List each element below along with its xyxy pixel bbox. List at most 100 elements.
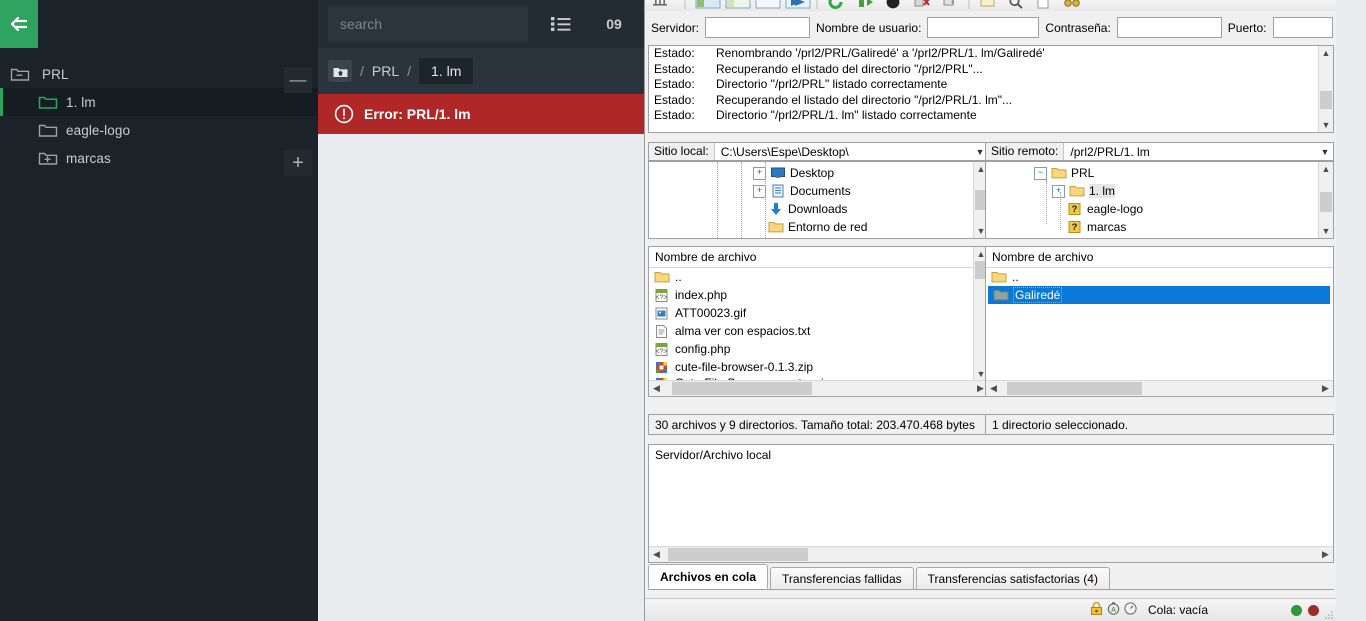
- queue-hscrollbar[interactable]: ◀ ▶: [649, 546, 1333, 562]
- scroll-down-icon[interactable]: ▼: [1319, 118, 1333, 132]
- username-input[interactable]: [927, 17, 1040, 38]
- scroll-left-icon[interactable]: ◀: [649, 381, 664, 396]
- search-input[interactable]: [328, 6, 528, 42]
- port-input[interactable]: [1272, 17, 1333, 38]
- local-file-row[interactable]: ATT00023.gif: [649, 304, 988, 322]
- add-folder-button[interactable]: +: [284, 150, 312, 176]
- process-queue-icon[interactable]: [857, 0, 875, 10]
- folder-gray-icon: [993, 288, 1009, 303]
- local-file-row[interactable]: <?> config.php: [649, 340, 988, 358]
- toggle-local-tree-icon[interactable]: [695, 0, 721, 10]
- toggle-queue-icon[interactable]: [755, 0, 781, 10]
- remote-site-path[interactable]: /prl2/PRL/1. lm: [1064, 145, 1317, 159]
- scroll-up-icon[interactable]: ▲: [1319, 46, 1333, 60]
- local-tree-node-desktop[interactable]: + Desktop: [753, 164, 988, 182]
- scroll-left-icon[interactable]: ◀: [986, 381, 1001, 396]
- remote-file-row[interactable]: ..: [986, 268, 1333, 286]
- queue-column-header[interactable]: Servidor/Archivo local: [649, 445, 1333, 465]
- site-manager-icon[interactable]: [651, 0, 669, 10]
- scroll-right-icon[interactable]: ▶: [1318, 381, 1333, 396]
- speed-limit-icon[interactable]: A: [1106, 601, 1121, 619]
- scroll-up-icon[interactable]: ▲: [1319, 162, 1333, 176]
- stepper-icon[interactable]: 09: [599, 10, 629, 38]
- compare-directories-icon[interactable]: [785, 0, 811, 10]
- remote-column-header[interactable]: Nombre de archivo: [986, 247, 1333, 268]
- disconnect-icon[interactable]: [913, 0, 931, 10]
- scrollbar-thumb[interactable]: [1007, 382, 1142, 395]
- scrollbar-thumb[interactable]: [668, 548, 808, 561]
- toggle-remote-tree-icon[interactable]: [725, 0, 751, 10]
- remote-tree-node-marcas[interactable]: ? marcas: [1034, 218, 1333, 236]
- remote-tree-label: 1. lm: [1089, 184, 1116, 198]
- scrollbar-thumb[interactable]: [672, 382, 812, 395]
- svg-text:A: A: [1111, 607, 1116, 614]
- local-file-row[interactable]: <?> index.php: [649, 286, 988, 304]
- server-input[interactable]: [705, 17, 811, 38]
- remote-tree-node-eagle-logo[interactable]: ? eagle-logo: [1034, 200, 1333, 218]
- scroll-right-icon[interactable]: ▶: [1318, 547, 1333, 562]
- queue-tabs: Archivos en cola Transferencias fallidas…: [648, 564, 1334, 590]
- remote-file-row-selected[interactable]: Galiredé: [988, 286, 1330, 304]
- cancel-icon[interactable]: [885, 0, 903, 10]
- padlock-icon[interactable]: [1089, 601, 1104, 619]
- remote-site-bar: Sitio remoto: /prl2/PRL/1. lm ▼: [985, 142, 1334, 161]
- scroll-track[interactable]: [1001, 381, 1318, 396]
- local-file-list: Nombre de archivo .. <?> index.php ATT00…: [648, 246, 989, 397]
- chevron-down-icon[interactable]: ▼: [1317, 147, 1333, 157]
- filezilla-toolbar: [645, 0, 1336, 11]
- remote-tree-node-prl[interactable]: − PRL: [1034, 164, 1333, 182]
- search-remote-icon[interactable]: [1007, 0, 1025, 10]
- resize-grip-icon[interactable]: [1324, 609, 1334, 619]
- scroll-track[interactable]: [664, 381, 973, 396]
- tab-archivos-en-cola[interactable]: Archivos en cola: [648, 564, 769, 589]
- local-tree-node-entorno-de-red[interactable]: Entorno de red: [753, 218, 988, 236]
- log-scrollbar[interactable]: ▲ ▼: [1318, 46, 1333, 132]
- collapse-tree-button[interactable]: —: [284, 67, 312, 93]
- remote-files-hscrollbar[interactable]: ◀ ▶: [986, 380, 1333, 396]
- sidebar-item-marcas[interactable]: marcas: [0, 144, 318, 172]
- sidebar-item-eagle-logo[interactable]: eagle-logo: [0, 116, 318, 144]
- local-file-row[interactable]: cute-file-browser-0.1.3.zip: [649, 358, 988, 376]
- download-arrow-icon: [768, 202, 784, 216]
- timer-icon[interactable]: [1123, 601, 1138, 619]
- scroll-down-icon[interactable]: ▼: [1319, 224, 1333, 238]
- remote-tree-scrollbar[interactable]: ▲ ▼: [1318, 162, 1333, 238]
- refresh-icon[interactable]: [827, 0, 845, 10]
- sidebar-item-label: eagle-logo: [66, 122, 131, 138]
- svg-text:?: ?: [1072, 222, 1078, 233]
- list-view-icon[interactable]: [550, 14, 572, 34]
- local-tree-node-downloads[interactable]: Downloads: [753, 200, 988, 218]
- back-arrow-icon[interactable]: [0, 0, 38, 48]
- tab-transferencias-fallidas[interactable]: Transferencias fallidas: [770, 567, 914, 589]
- expander-plus-icon[interactable]: +: [1052, 184, 1065, 198]
- expander-minus-icon[interactable]: −: [1034, 166, 1047, 180]
- scroll-left-icon[interactable]: ◀: [649, 547, 664, 562]
- remote-tree-label: eagle-logo: [1087, 202, 1144, 216]
- home-folder-icon[interactable]: [328, 60, 352, 82]
- local-files-hscrollbar[interactable]: ◀ ▶: [649, 380, 988, 396]
- breadcrumb-item-1-lm[interactable]: 1. lm: [419, 58, 474, 84]
- open-directory-icon[interactable]: [1035, 0, 1053, 10]
- log-row: Estado: Recuperando el listado del direc…: [649, 93, 1333, 109]
- filter-icon[interactable]: [979, 0, 997, 10]
- breadcrumb-item-prl[interactable]: PRL: [372, 63, 399, 79]
- password-input[interactable]: [1116, 17, 1222, 38]
- scroll-track[interactable]: [664, 547, 1318, 562]
- local-file-row[interactable]: ..: [649, 268, 988, 286]
- local-site-path[interactable]: C:\Users\Espe\Desktop\: [715, 145, 972, 159]
- local-tree-node-documents[interactable]: + Documents: [753, 182, 988, 200]
- scrollbar-thumb[interactable]: [1320, 91, 1332, 109]
- svg-text:?: ?: [1072, 204, 1078, 215]
- local-tree-label: Desktop: [790, 166, 835, 180]
- local-column-header[interactable]: Nombre de archivo: [649, 247, 988, 268]
- remote-tree-node-1-lm[interactable]: + 1. lm: [1034, 182, 1333, 200]
- scrollbar-thumb[interactable]: [1320, 192, 1332, 212]
- sidebar-item-1-lm[interactable]: 1. lm: [0, 88, 318, 116]
- sidebar-item-prl[interactable]: PRL: [0, 60, 318, 88]
- local-status-text: 30 archivos y 9 directorios. Tamaño tota…: [648, 414, 989, 435]
- local-file-row[interactable]: alma ver con espacios.txt: [649, 322, 988, 340]
- tab-transferencias-satisfactorias[interactable]: Transferencias satisfactorias (4): [915, 567, 1110, 589]
- file-name: alma ver con espacios.txt: [675, 324, 811, 338]
- binoculars-icon[interactable]: [1063, 0, 1081, 10]
- reconnect-icon[interactable]: [941, 0, 959, 10]
